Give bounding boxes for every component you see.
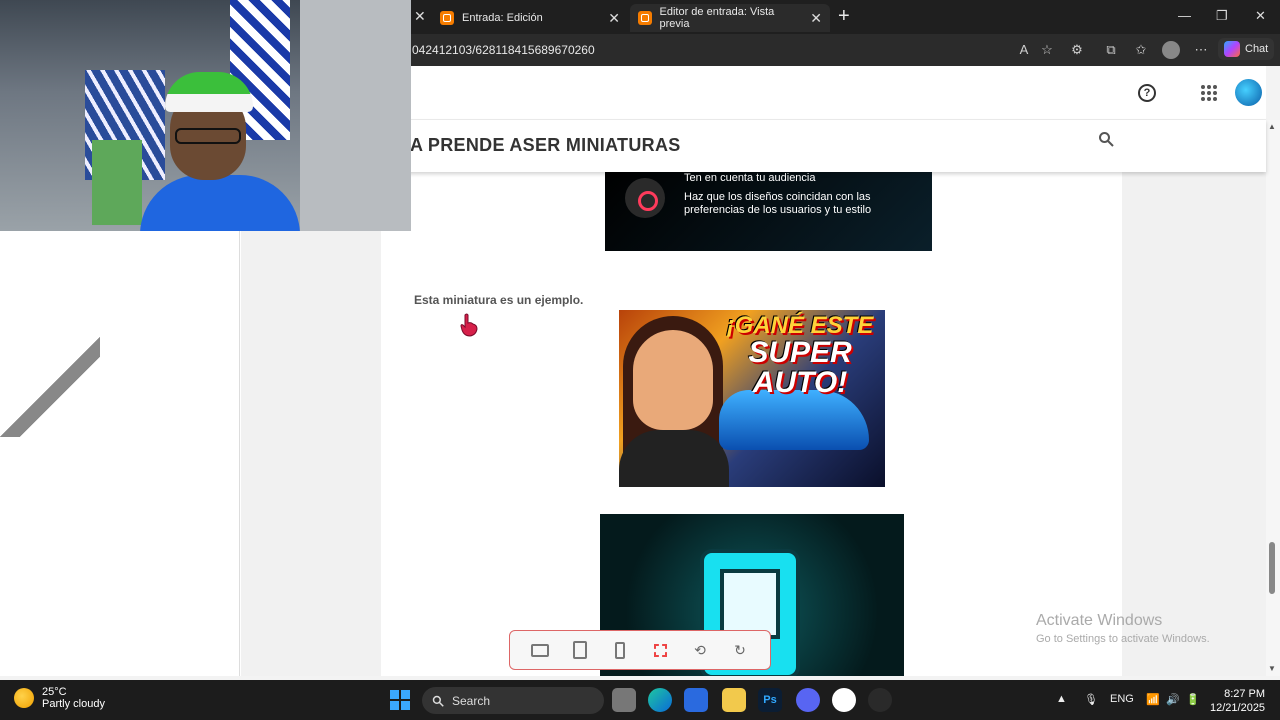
- fullscreen-icon[interactable]: [649, 639, 671, 661]
- search-icon: [432, 695, 444, 707]
- thumbnail-line-1: ¡GANÉ ESTE: [726, 312, 874, 339]
- thumb-car: [719, 390, 869, 450]
- scroll-up-icon[interactable]: ▲: [1268, 122, 1276, 131]
- help-icon[interactable]: ?: [1138, 84, 1156, 102]
- weather-widget[interactable]: 25°C Partly cloudy: [14, 686, 105, 710]
- tip-card-image: Ten en cuenta tu audiencia Haz que los d…: [605, 172, 932, 251]
- blogger-icon: [638, 11, 652, 25]
- webcam-overlay: [0, 0, 411, 231]
- split-screen-icon[interactable]: ⧉: [1102, 41, 1120, 59]
- read-aloud-icon[interactable]: A: [1015, 41, 1033, 59]
- photoshop-icon[interactable]: Ps: [758, 688, 782, 712]
- url-field[interactable]: 042412103/628118415689670260: [412, 43, 595, 57]
- gutter-right: [1122, 172, 1266, 676]
- webcam-shirt: [140, 175, 300, 231]
- minimize-icon[interactable]: —: [1178, 8, 1191, 23]
- weather-icon: [14, 688, 34, 708]
- thumbnail-headline: ¡GANÉ ESTE SUPER AUTO!: [715, 314, 885, 398]
- refresh-icon[interactable]: ↻: [729, 639, 751, 661]
- copilot-chat-button[interactable]: Chat: [1218, 38, 1275, 60]
- post-body: Ten en cuenta tu audiencia Haz que los d…: [381, 172, 1122, 676]
- desktop-icon[interactable]: [529, 639, 551, 661]
- tab-label: Entrada: Edición: [462, 12, 543, 24]
- diagonal-decoration: [0, 337, 100, 437]
- tab-entrada-edicion[interactable]: Entrada: Edición ✕: [432, 4, 628, 32]
- volume-icon[interactable]: 🔊: [1166, 693, 1180, 706]
- weather-condition: Partly cloudy: [42, 698, 105, 710]
- store-icon[interactable]: [684, 688, 708, 712]
- new-tab-icon[interactable]: +: [838, 5, 850, 28]
- microphone-icon[interactable]: 🎙: [1084, 693, 1098, 706]
- extensions-icon[interactable]: ⚙: [1068, 41, 1086, 59]
- copilot-icon: [1224, 41, 1240, 57]
- blogger-icon: [440, 11, 454, 25]
- clock-date: 12/21/2025: [1210, 702, 1266, 714]
- windows-taskbar: 25°C Partly cloudy Search Ps ▲ 🎙 ENG 📶 🔊…: [0, 680, 1280, 720]
- watermark-title: Activate Windows: [1036, 612, 1163, 629]
- device-preview-toolbar: ⟲ ↻: [509, 630, 771, 670]
- start-button[interactable]: [390, 690, 410, 710]
- avatar[interactable]: [1235, 79, 1262, 106]
- thumbnail-line-2: SUPER AUTO!: [748, 336, 852, 399]
- profile-icon[interactable]: [1162, 41, 1180, 59]
- close-icon[interactable]: ✕: [608, 10, 620, 27]
- window-close-icon[interactable]: ✕: [1255, 8, 1266, 24]
- tablet-icon[interactable]: [569, 639, 591, 661]
- tab-vista-previa[interactable]: Editor de entrada: Vista previa ✕: [630, 4, 830, 32]
- close-icon[interactable]: ✕: [810, 10, 822, 27]
- phone-icon[interactable]: [609, 639, 631, 661]
- watermark-subtitle: Go to Settings to activate Windows.: [1036, 633, 1210, 645]
- wifi-icon[interactable]: 📶: [1146, 693, 1160, 706]
- example-thumbnail-image: ¡GANÉ ESTE SUPER AUTO!: [619, 310, 885, 487]
- language-indicator[interactable]: ENG: [1110, 693, 1134, 705]
- search-label: Search: [452, 693, 491, 708]
- tray-chevron-icon[interactable]: ▲: [1056, 693, 1067, 705]
- webcam-wall: [300, 0, 411, 231]
- rotate-icon[interactable]: ⟲: [689, 639, 711, 661]
- close-icon[interactable]: ✕: [414, 8, 426, 25]
- clock-time: 8:27 PM: [1224, 688, 1266, 700]
- example-caption: Esta miniatura es un ejemplo.: [414, 293, 584, 307]
- hand-cursor-icon: [460, 313, 478, 337]
- tip-card-body: Haz que los diseños coincidan con las pr…: [684, 191, 872, 216]
- apps-grid-icon[interactable]: [1201, 85, 1217, 101]
- tab-label: Editor de entrada: Vista previa: [659, 6, 775, 30]
- system-clock[interactable]: 8:27 PM 12/21/2025: [1210, 687, 1265, 715]
- discord-icon[interactable]: [796, 688, 820, 712]
- thumb-face: [633, 330, 713, 430]
- battery-icon[interactable]: 🔋: [1186, 693, 1200, 706]
- scroll-down-icon[interactable]: ▼: [1268, 664, 1276, 673]
- tip-card-title: Ten en cuenta tu audiencia: [684, 172, 816, 184]
- activate-windows-watermark: Activate Windows Go to Settings to activ…: [1036, 612, 1210, 645]
- recorder-icon[interactable]: [832, 688, 856, 712]
- thumb-frame: [720, 569, 780, 639]
- scrollbar-thumb[interactable]: [1269, 542, 1275, 594]
- target-icon: [625, 178, 665, 218]
- restore-icon[interactable]: ❐: [1216, 8, 1228, 24]
- more-icon[interactable]: ⋯: [1192, 41, 1210, 59]
- favorite-star-icon[interactable]: ☆: [1038, 41, 1056, 59]
- edge-icon[interactable]: [648, 688, 672, 712]
- webcam-person: [140, 72, 300, 231]
- obs-icon[interactable]: [868, 688, 892, 712]
- blog-title[interactable]: A PRENDE ASER MINIATURAS: [410, 135, 681, 156]
- left-sidebar: [0, 172, 240, 676]
- gutter-left: [241, 172, 381, 676]
- taskbar-search[interactable]: Search: [422, 687, 604, 714]
- file-explorer-icon[interactable]: [722, 688, 746, 712]
- temperature: 25°C: [42, 686, 67, 698]
- favorites-icon[interactable]: ✩: [1132, 41, 1150, 59]
- page-scrollbar[interactable]: ▲ ▼: [1266, 120, 1280, 676]
- thumb-body: [619, 430, 729, 487]
- webcam-glasses: [175, 128, 241, 144]
- chat-label: Chat: [1245, 43, 1269, 55]
- search-icon[interactable]: [1098, 131, 1114, 147]
- task-view-icon[interactable]: [612, 688, 636, 712]
- webcam-cabinet: [92, 140, 142, 225]
